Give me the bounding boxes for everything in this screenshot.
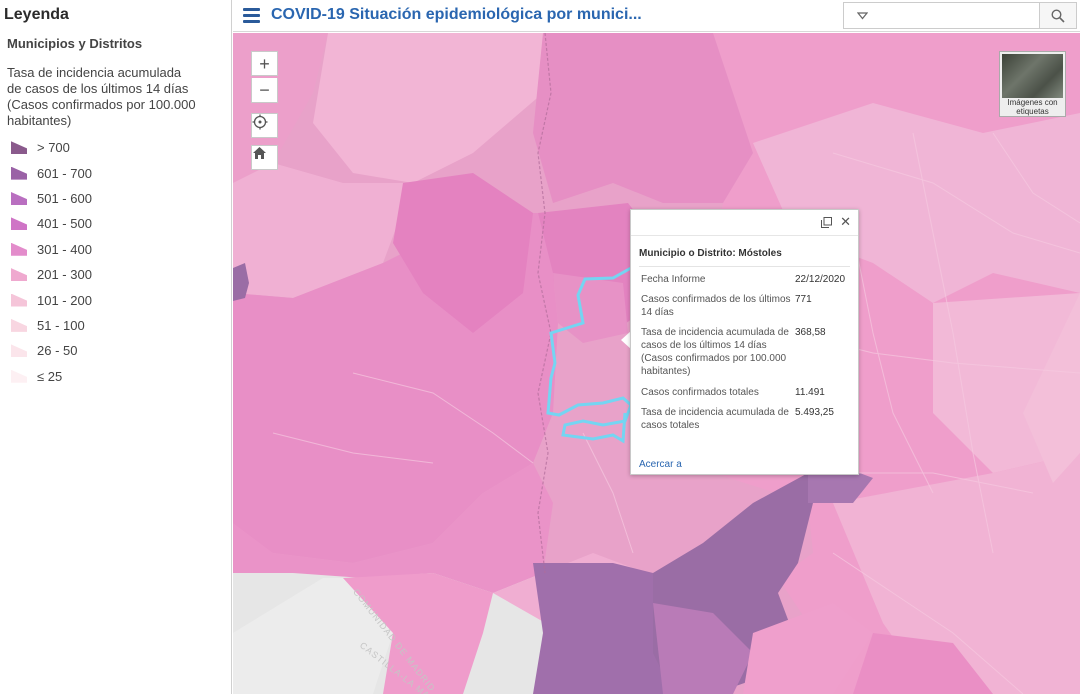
legend-item: 401 - 500 <box>11 211 231 236</box>
popup-row: Fecha Informe 22/12/2020 <box>641 273 855 286</box>
legend-swatch <box>11 242 27 256</box>
legend-swatch <box>11 293 27 307</box>
legend-item: 51 - 100 <box>11 313 231 338</box>
legend-title: Leyenda <box>4 6 69 23</box>
app-header: COVID-19 Situación epidemiológica por mu… <box>233 0 1080 32</box>
popup-row-key: Casos confirmados totales <box>641 387 759 398</box>
legend-item-label: 26 - 50 <box>37 343 78 359</box>
legend-swatch <box>11 268 27 282</box>
basemap-toggle[interactable]: Imágenes con etiquetas <box>999 51 1066 117</box>
popup-row: Tasa de incidencia acumulada de casos to… <box>641 406 855 432</box>
popup-row-value: 5.493,25 <box>795 407 834 418</box>
popup-row-value: 771 <box>795 294 812 305</box>
legend-item-label: 51 - 100 <box>37 317 85 333</box>
zoom-to-link[interactable]: Acercar a <box>639 459 682 470</box>
maximize-icon[interactable] <box>821 217 832 228</box>
popup-title: Municipio o Distrito: Móstoles <box>639 248 782 259</box>
legend-item-label: ≤ 25 <box>37 368 63 384</box>
legend-item: 301 - 400 <box>11 237 231 262</box>
legend-item-label: 101 - 200 <box>37 292 92 308</box>
popup-row-key: Casos confirmados de los últimos 14 días <box>641 294 791 318</box>
feature-popup: ✕ Municipio o Distrito: Móstoles Fecha I… <box>630 209 859 475</box>
legend-item-label: 401 - 500 <box>37 216 92 232</box>
popup-row: Casos confirmados totales 11.491 <box>641 386 855 399</box>
close-icon[interactable]: ✕ <box>840 215 851 229</box>
popup-row: Casos confirmados de los últimos 14 días… <box>641 293 855 319</box>
legend-field-label: Tasa de incidencia acumulada de casos de… <box>7 65 196 128</box>
search-button[interactable] <box>1039 2 1077 29</box>
legend-item: > 700 <box>11 135 231 160</box>
legend-swatch <box>11 344 27 358</box>
app-root: Leyenda Municipios y Distritos Tasa de i… <box>0 0 1080 694</box>
legend-layer-name: Municipios y Distritos <box>7 36 143 51</box>
legend-item: 601 - 700 <box>11 160 231 185</box>
legend-item-label: 201 - 300 <box>37 267 92 283</box>
legend-item-label: 601 - 700 <box>37 165 92 181</box>
legend-swatch <box>11 369 27 383</box>
legend-swatch <box>11 166 27 180</box>
popup-row: Tasa de incidencia acumulada de casos de… <box>641 326 855 378</box>
legend-swatch <box>11 191 27 205</box>
popup-row-key: Tasa de incidencia acumulada de casos de… <box>641 327 789 377</box>
legend-swatch <box>11 217 27 231</box>
legend-item: 26 - 50 <box>11 338 231 363</box>
legend-swatch <box>11 141 27 155</box>
legend-swatch <box>11 318 27 332</box>
legend-panel: Leyenda Municipios y Distritos Tasa de i… <box>0 0 232 694</box>
locate-button[interactable] <box>251 113 278 138</box>
legend-item-label: 501 - 600 <box>37 190 92 206</box>
legend-item: 501 - 600 <box>11 186 231 211</box>
zoom-out-button[interactable]: − <box>251 78 278 103</box>
popup-row-key: Fecha Informe <box>641 274 706 285</box>
zoom-in-button[interactable]: + <box>251 51 278 76</box>
popup-divider <box>639 266 850 267</box>
home-button[interactable] <box>251 145 278 170</box>
legend-item: ≤ 25 <box>11 364 231 389</box>
popup-row-value: 11.491 <box>795 387 825 398</box>
legend-item-label: > 700 <box>37 140 70 156</box>
popup-row-value: 22/12/2020 <box>795 274 846 285</box>
legend-item: 201 - 300 <box>11 262 231 287</box>
search-input[interactable] <box>880 2 1040 29</box>
menu-icon[interactable] <box>243 8 260 23</box>
popup-row-key: Tasa de incidencia acumulada de casos to… <box>641 407 789 431</box>
legend-item: 101 - 200 <box>11 287 231 312</box>
locate-icon <box>252 114 268 130</box>
popup-header: ✕ <box>631 210 858 236</box>
basemap-thumbnail <box>1002 54 1063 98</box>
legend-class-list: > 700 601 - 700 501 - 600 401 - 500 301 - 40… <box>4 135 231 389</box>
search-icon <box>1051 8 1065 23</box>
chevron-down-icon <box>856 11 868 19</box>
popup-row-value: 368,58 <box>795 327 826 338</box>
legend-item-label: 301 - 400 <box>37 241 92 257</box>
search-source-dropdown[interactable] <box>843 2 881 29</box>
app-title: COVID-19 Situación epidemiológica por mu… <box>271 6 642 23</box>
basemap-label: Imágenes con etiquetas <box>1007 98 1058 116</box>
home-icon <box>253 147 266 159</box>
